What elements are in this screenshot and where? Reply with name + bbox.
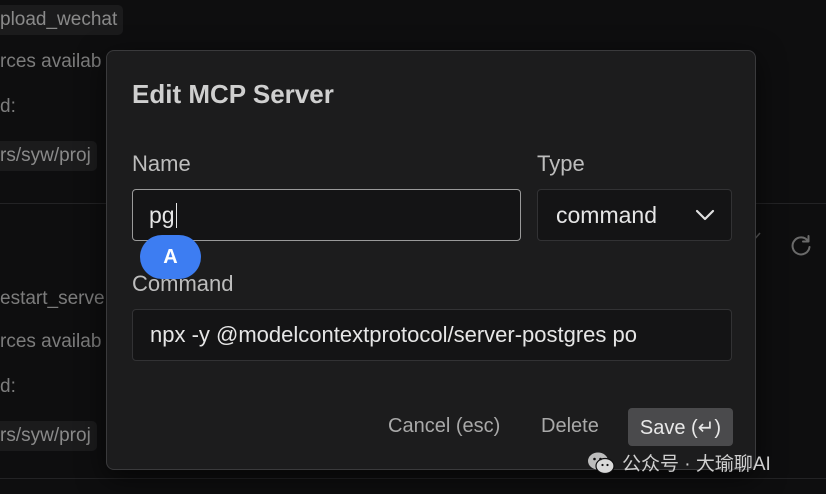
background-path-chip: rs/syw/proj [0, 421, 97, 451]
avatar-letter: A [163, 245, 178, 268]
background-text: d: [0, 96, 16, 117]
background-tool-chip: pload_wechat [0, 5, 124, 35]
command-input[interactable]: npx -y @modelcontextprotocol/server-post… [132, 309, 732, 361]
user-avatar: A [140, 235, 201, 279]
name-input[interactable]: pg [132, 189, 521, 241]
background-text: d: [0, 376, 16, 397]
name-label: Name [132, 151, 191, 176]
save-button-label: Save (↵) [639, 416, 722, 439]
type-select-value: command [556, 201, 657, 228]
background-text: estart_serve [0, 288, 105, 309]
dialog-title: Edit MCP Server [132, 79, 334, 109]
type-select[interactable]: command [537, 189, 732, 241]
text-caret [175, 202, 178, 228]
wechat-icon [588, 452, 615, 474]
delete-button[interactable]: Delete [541, 415, 599, 438]
edit-mcp-server-dialog: Edit MCP Server Name Type pg command Com… [106, 50, 756, 470]
background-path-chip: rs/syw/proj [0, 141, 97, 171]
watermark-text: 公众号 · 大瑜聊AI [622, 454, 771, 475]
background-divider [0, 478, 826, 479]
name-input-value: pg [149, 201, 175, 228]
command-input-value: npx -y @modelcontextprotocol/server-post… [150, 322, 637, 347]
cancel-button[interactable]: Cancel (esc) [388, 415, 500, 438]
chevron-down-icon [695, 209, 715, 221]
type-label: Type [537, 151, 585, 176]
save-button[interactable]: Save (↵) [628, 408, 733, 446]
background-text: rces availab [0, 331, 102, 352]
background-text: rces availab [0, 51, 102, 72]
refresh-icon[interactable] [788, 233, 814, 259]
watermark: 公众号 · 大瑜聊AI [586, 449, 771, 476]
